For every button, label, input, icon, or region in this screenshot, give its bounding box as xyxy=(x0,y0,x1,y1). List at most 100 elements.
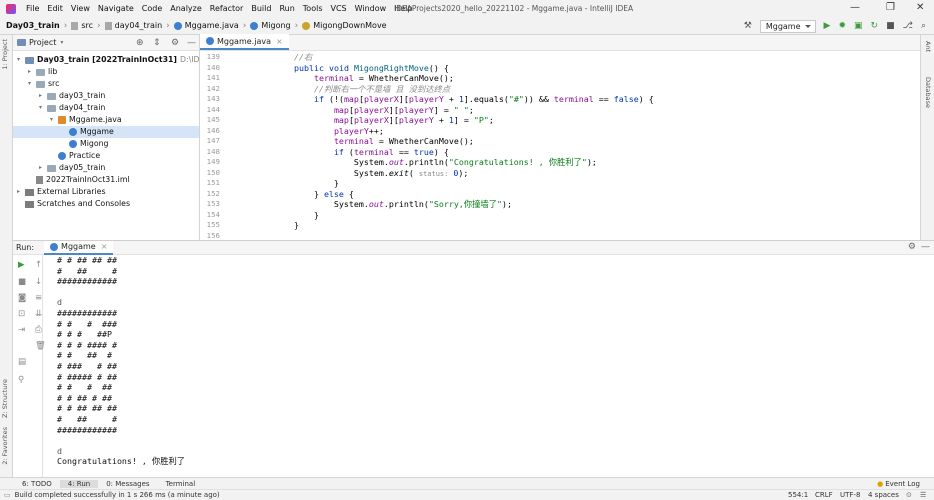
console-output[interactable]: # # ## ## ## # ## # ############ d #########… xyxy=(57,255,934,487)
caret-position[interactable]: 554:1 xyxy=(788,491,808,499)
code-area[interactable]: //右 public void MigongRightMove() { term… xyxy=(254,52,920,251)
menu-window[interactable]: Window xyxy=(351,4,391,13)
rerun-icon[interactable]: ▶ xyxy=(18,260,25,270)
menu-tools[interactable]: Tools xyxy=(299,4,327,13)
tree-item[interactable]: ▾ Day03_train [2022TrainInOct31]D:\IDEAPr… xyxy=(17,54,199,66)
hide-icon[interactable]: — xyxy=(187,38,196,48)
run-configuration-select[interactable]: Mggame xyxy=(759,19,816,33)
tree-item[interactable]: 2022TrainInOct31.iml xyxy=(28,174,130,186)
coverage-icon[interactable]: ▣ xyxy=(854,21,863,31)
project-panel-title[interactable]: Project xyxy=(29,38,56,47)
menu-navigate[interactable]: Navigate xyxy=(94,4,138,13)
database-tool-button[interactable]: Database xyxy=(924,77,932,108)
menu-view[interactable]: View xyxy=(67,4,94,13)
todo-tool-button[interactable]: 6: TODO xyxy=(14,480,60,488)
layout-icon[interactable]: ▤ xyxy=(18,357,26,367)
chevron-down-icon[interactable]: ▾ xyxy=(28,78,36,90)
tree-item[interactable]: ▸ lib xyxy=(28,66,57,78)
chevron-down-icon[interactable]: ▾ xyxy=(17,54,25,66)
menu-file[interactable]: File xyxy=(22,4,43,13)
console-line: # # ## # ## xyxy=(57,392,112,403)
chevron-right-icon[interactable]: ▸ xyxy=(28,66,36,78)
chevron-right-icon[interactable]: ▸ xyxy=(39,90,47,102)
debug-icon[interactable]: ✹ xyxy=(838,21,846,31)
exit-icon[interactable]: ⇥ xyxy=(18,325,25,335)
run-icon[interactable]: ▶ xyxy=(824,21,831,31)
editor-tab-mggame[interactable]: Mggame.java × xyxy=(200,34,289,50)
tree-item[interactable]: Migong xyxy=(61,138,109,150)
tree-item[interactable]: ▾ Mggame.java xyxy=(50,114,122,126)
ant-tool-button[interactable]: Ant xyxy=(924,41,932,52)
camera-icon[interactable]: ◙ xyxy=(18,293,26,303)
chevron-right-icon[interactable]: ▸ xyxy=(39,162,47,174)
pin-icon[interactable]: ⚲ xyxy=(18,375,24,385)
search-icon[interactable]: ⌕ xyxy=(921,21,926,31)
class-icon xyxy=(69,128,77,136)
console-line: # ### # ## xyxy=(57,360,117,371)
restore-icon[interactable]: ❐ xyxy=(886,2,895,13)
down-icon[interactable]: ↓ xyxy=(35,277,42,287)
tool-button-label: 0: Messages xyxy=(106,479,150,488)
indent-setting[interactable]: 4 spaces xyxy=(868,491,899,499)
tree-item[interactable]: Scratches and Consoles xyxy=(17,198,130,210)
favorites-tool-button[interactable]: 2: Favorites xyxy=(1,427,9,465)
lock-icon[interactable]: ⊙ xyxy=(906,491,912,499)
gear-icon[interactable]: ⚙ xyxy=(171,38,179,48)
soft-wrap-icon[interactable]: ≡ xyxy=(35,293,42,303)
menu-code[interactable]: Code xyxy=(138,4,166,13)
menu-edit[interactable]: Edit xyxy=(43,4,67,13)
breadcrumb-src[interactable]: src xyxy=(71,21,93,30)
breadcrumb-file[interactable]: Mggame.java xyxy=(173,21,239,30)
stop-icon[interactable]: ■ xyxy=(18,277,26,287)
structure-tool-button[interactable]: Z: Structure xyxy=(1,379,9,418)
hammer-icon[interactable]: ⚒ xyxy=(744,21,752,31)
close-icon[interactable]: ✕ xyxy=(916,2,924,13)
notifications-icon[interactable]: ☰ xyxy=(920,491,926,499)
trash-icon[interactable]: 🗑 xyxy=(35,341,46,351)
menu-build[interactable]: Build xyxy=(247,4,275,13)
vcs-icon[interactable]: ⎇ xyxy=(903,21,913,31)
profile-icon[interactable]: ↻ xyxy=(871,21,879,31)
gear-icon[interactable]: ⚙ xyxy=(908,242,916,252)
tree-item[interactable]: ▸ day05_train xyxy=(39,162,105,174)
tree-item[interactable]: Practice xyxy=(50,150,100,162)
menu-vcs[interactable]: VCS xyxy=(327,4,351,13)
scroll-end-icon[interactable]: ⇊ xyxy=(35,309,42,319)
chevron-right-icon[interactable]: ▸ xyxy=(17,186,25,198)
run-tool-button[interactable]: 4: Run xyxy=(59,479,99,488)
close-tab-icon[interactable]: × xyxy=(276,37,283,46)
chevron-down-icon[interactable]: ▾ xyxy=(50,114,58,126)
tree-item-label: Mggame.java xyxy=(69,115,122,124)
editor: Mggame.java × 139 140 141 142 143 144 145 146 147… xyxy=(200,34,920,251)
stop-icon[interactable]: ■ xyxy=(886,21,895,31)
tree-item[interactable]: ▾ day04_train xyxy=(39,102,105,114)
breadcrumb-project[interactable]: Day03_train xyxy=(6,21,60,30)
restore-layout-icon[interactable]: ⊡ xyxy=(18,309,25,319)
chevron-down-icon[interactable]: ▾ xyxy=(39,102,47,114)
chevron-down-icon[interactable]: ▾ xyxy=(60,39,63,46)
collapse-icon[interactable]: ⇕ xyxy=(153,38,161,48)
tree-item[interactable]: ▾ src xyxy=(28,78,59,90)
locate-icon[interactable]: ⊕ xyxy=(136,38,144,48)
menu-analyze[interactable]: Analyze xyxy=(166,4,206,13)
print-icon[interactable]: ⎙ xyxy=(35,325,42,335)
run-tab-mggame[interactable]: Mggame × xyxy=(44,240,114,255)
file-encoding[interactable]: UTF-8 xyxy=(840,491,860,499)
tree-item[interactable]: Mggame xyxy=(13,126,199,138)
breadcrumb-method[interactable]: MigongDownMove xyxy=(302,21,387,30)
event-log-button[interactable]: ● Event Log xyxy=(869,480,928,488)
menu-refactor[interactable]: Refactor xyxy=(206,4,248,13)
up-icon[interactable]: ↑ xyxy=(35,260,42,270)
breadcrumb-package[interactable]: day04_train xyxy=(104,21,162,30)
tree-item[interactable]: ▸ External Libraries xyxy=(17,186,106,198)
close-tab-icon[interactable]: × xyxy=(101,242,108,251)
menu-run[interactable]: Run xyxy=(275,4,298,13)
project-tool-button[interactable]: 1: Project xyxy=(1,39,9,70)
hide-icon[interactable]: — xyxy=(921,242,930,252)
messages-tool-button[interactable]: 0: Messages xyxy=(98,480,157,488)
breadcrumb-class[interactable]: Migong xyxy=(250,21,291,30)
terminal-tool-button[interactable]: Terminal xyxy=(158,480,204,488)
minimize-icon[interactable]: — xyxy=(850,2,860,13)
line-separator[interactable]: CRLF xyxy=(815,491,833,499)
tree-item[interactable]: ▸ day03_train xyxy=(39,90,105,102)
